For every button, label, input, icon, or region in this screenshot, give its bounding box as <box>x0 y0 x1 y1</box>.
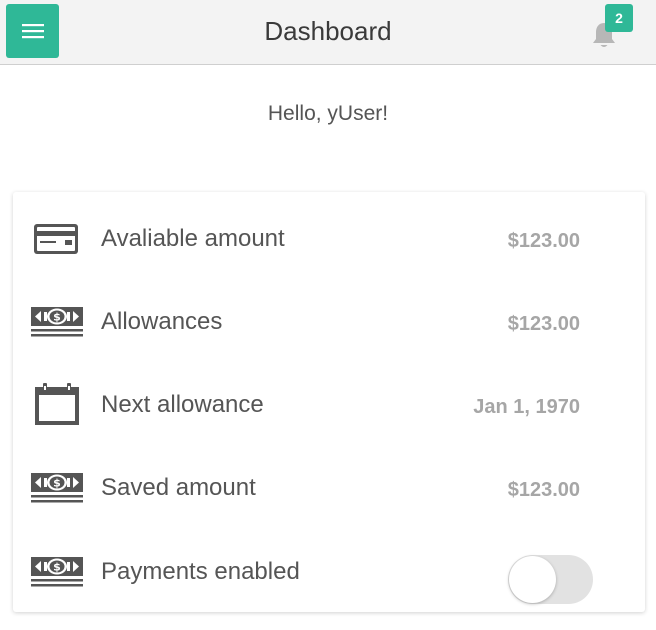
money-stack-icon: $ <box>31 552 83 592</box>
notification-badge[interactable]: 2 <box>605 4 633 32</box>
row-label: Next allowance <box>101 391 264 418</box>
credit-card-icon <box>31 219 83 259</box>
row-next-allowance: Next allowance Jan 1, 1970 <box>13 363 645 446</box>
calendar-icon <box>31 381 83 427</box>
svg-text:$: $ <box>53 477 61 490</box>
row-value: Jan 1, 1970 <box>473 396 580 418</box>
greeting-text: Hello, yUser! <box>267 102 389 125</box>
svg-text:$: $ <box>53 311 61 324</box>
money-stack-icon: $ <box>31 468 83 508</box>
money-stack-icon: $ <box>31 302 83 342</box>
row-label: Payments enabled <box>101 558 300 585</box>
svg-text:$: $ <box>53 561 61 574</box>
page-title: Dashboard <box>264 16 392 46</box>
row-label: Avaliable amount <box>101 225 285 252</box>
row-allowances: $ Allowances $123.00 <box>13 280 645 363</box>
row-value: $123.00 <box>507 479 580 501</box>
row-label: Saved amount <box>101 474 256 501</box>
toggle-knob[interactable] <box>509 556 556 603</box>
app-header: Dashboard 2 <box>0 0 656 65</box>
row-available-amount: Avaliable amount $123.00 <box>13 197 645 280</box>
row-saved-amount: $ Saved amount $123.00 <box>13 446 645 529</box>
row-label: Allowances <box>101 308 223 335</box>
payments-enabled-toggle[interactable] <box>508 555 593 604</box>
row-value: $123.00 <box>507 313 580 335</box>
account-summary-card: Avaliable amount $123.00 $ Allowances $1… <box>13 192 645 612</box>
row-value: $123.00 <box>507 230 580 252</box>
